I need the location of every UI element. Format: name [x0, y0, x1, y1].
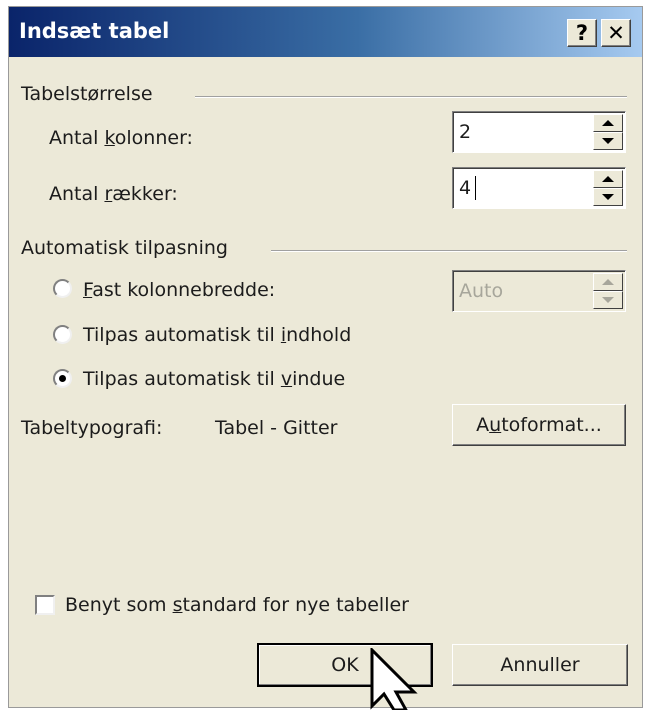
arrow-up-icon: [602, 176, 614, 182]
columns-spinner[interactable]: 2: [452, 111, 626, 153]
fixed-width-value: Auto: [459, 280, 504, 302]
close-button[interactable]: ✕: [601, 19, 631, 47]
arrow-down-icon: [602, 297, 614, 303]
rows-spinner[interactable]: 4: [452, 167, 626, 209]
rows-label: Antal rækker:: [49, 183, 178, 205]
close-icon: ✕: [607, 21, 625, 45]
fixed-width-increment-button[interactable]: [593, 273, 623, 291]
columns-label: Antal kolonner:: [49, 127, 193, 149]
arrow-up-icon: [602, 279, 614, 285]
autofit-window-label[interactable]: Tilpas automatisk til vindue: [83, 368, 345, 390]
autofit-window-radio[interactable]: [53, 369, 72, 388]
autofit-contents-radio[interactable]: [53, 325, 72, 344]
group-divider: [271, 250, 627, 252]
arrow-down-icon: [602, 194, 614, 200]
dialog-title: Indsæt tabel: [19, 19, 170, 43]
cancel-button[interactable]: Annuller: [452, 644, 628, 686]
insert-table-dialog: Indsæt tabel ? ✕ Tabelstørrelse Antal ko…: [8, 6, 643, 708]
mouse-pointer-icon: [370, 648, 418, 710]
fixed-width-spinner[interactable]: Auto: [452, 270, 626, 312]
arrow-up-icon: [602, 120, 614, 126]
fixed-width-label[interactable]: Fast kolonnebredde:: [83, 279, 275, 301]
cancel-label: Annuller: [500, 654, 580, 676]
table-style-label: Tabeltypografi:: [21, 417, 163, 439]
rows-value[interactable]: 4: [459, 177, 471, 199]
text-caret: [475, 176, 476, 200]
autoformat-button[interactable]: Autoformat...: [452, 404, 626, 446]
columns-value[interactable]: 2: [459, 121, 471, 143]
group-label-table-size: Tabelstørrelse: [21, 83, 153, 105]
rows-increment-button[interactable]: [593, 170, 623, 188]
help-button[interactable]: ?: [567, 19, 597, 47]
columns-increment-button[interactable]: [593, 114, 623, 132]
title-bar[interactable]: Indsæt tabel ? ✕: [9, 7, 642, 57]
group-divider: [195, 96, 627, 98]
group-label-autofit: Automatisk tilpasning: [21, 237, 228, 259]
set-default-label[interactable]: Benyt som standard for nye tabeller: [65, 594, 409, 616]
rows-decrement-button[interactable]: [593, 188, 623, 206]
autofit-contents-label[interactable]: Tilpas automatisk til indhold: [83, 324, 351, 346]
arrow-down-icon: [602, 138, 614, 144]
fixed-width-radio[interactable]: [53, 279, 72, 298]
columns-decrement-button[interactable]: [593, 132, 623, 150]
set-default-checkbox[interactable]: [35, 595, 55, 615]
help-icon: ?: [575, 21, 589, 45]
ok-label: OK: [331, 654, 359, 676]
autoformat-label: Autoformat...: [476, 414, 602, 436]
table-style-value: Tabel - Gitter: [215, 417, 338, 439]
fixed-width-decrement-button[interactable]: [593, 291, 623, 309]
